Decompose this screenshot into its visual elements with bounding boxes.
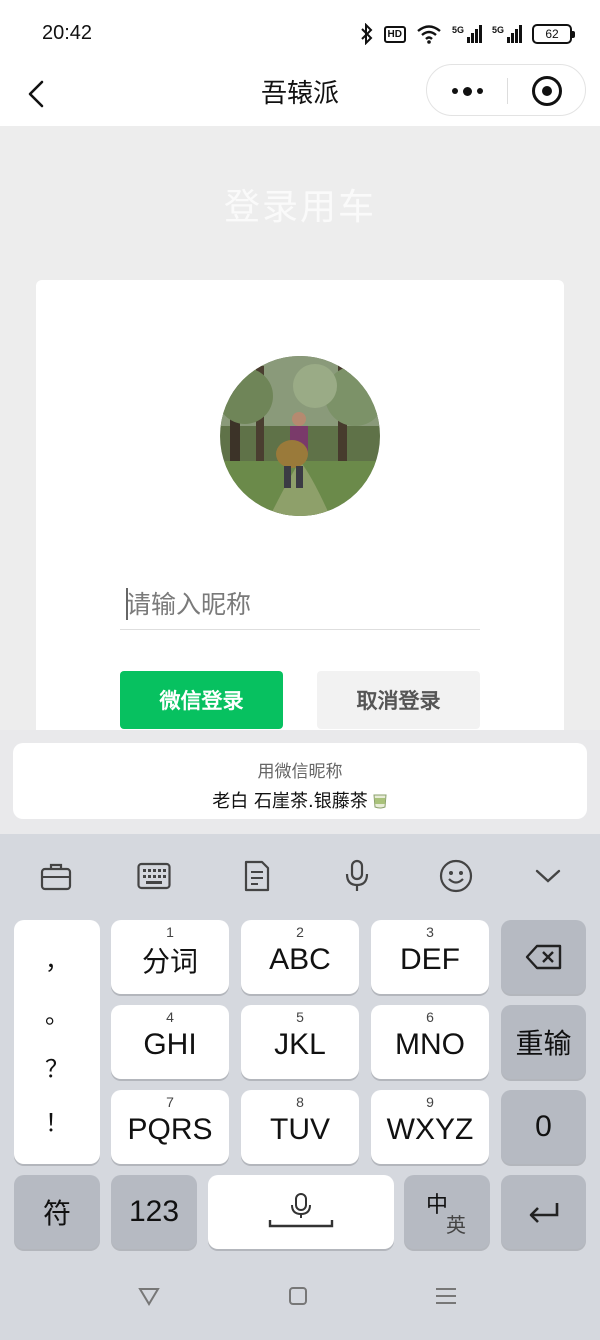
emoji-icon[interactable] [432, 854, 480, 898]
lang-en-label: 英 [446, 1213, 466, 1237]
lang-zh-label: 中 [426, 1193, 449, 1218]
cancel-login-button[interactable]: 取消登录 [317, 671, 480, 729]
key-wxyz[interactable]: 9 WXYZ [371, 1090, 489, 1164]
symbol-key[interactable]: 符 [14, 1175, 100, 1249]
enter-key[interactable] [501, 1175, 586, 1249]
wechat-login-button[interactable]: 微信登录 [120, 671, 283, 729]
language-switch-key[interactable]: 中 英 [404, 1175, 490, 1249]
toolbox-icon[interactable] [32, 854, 80, 898]
status-icons: HD 5G 5G 62 [360, 20, 575, 48]
avatar[interactable] [220, 356, 380, 516]
battery-level: 62 [545, 27, 559, 41]
punct-exclamation-key[interactable]: ！ [45, 1109, 69, 1137]
punct-period-key[interactable]: 。 [45, 1001, 69, 1029]
zero-key[interactable]: 0 [501, 1090, 586, 1164]
keyboard-toolbar [0, 834, 600, 916]
bluetooth-icon [360, 23, 374, 45]
key-pqrs[interactable]: 7 PQRS [111, 1090, 229, 1164]
system-navigation-bar [0, 1252, 600, 1340]
suggestion-title: 用微信昵称 [257, 762, 343, 782]
backspace-icon [525, 944, 561, 970]
key-tuv[interactable]: 8 TUV [241, 1090, 359, 1164]
collapse-keyboard-icon[interactable] [524, 854, 572, 898]
key-abc[interactable]: 2 ABC [241, 920, 359, 994]
suggestion-value: 老白 石崖茶.银藤茶 [212, 791, 368, 812]
punctuation-column[interactable]: ， 。 ？ ！ [14, 920, 100, 1164]
signal-sim2-icon: 5G [492, 25, 522, 43]
nickname-suggestion-bar: 用微信昵称 老白 石崖茶.银藤茶 [0, 730, 600, 834]
close-target-icon[interactable] [507, 65, 587, 117]
status-time: 20:42 [42, 22, 93, 44]
page-heading: 登录用车 [223, 187, 376, 228]
key-def[interactable]: 3 DEF [371, 920, 489, 994]
tea-cup-emoji-icon [372, 791, 388, 809]
clipboard-icon[interactable] [232, 854, 280, 898]
mini-program-nav-bar: 吾辕派 [0, 62, 600, 126]
more-dots-icon[interactable] [427, 65, 507, 117]
menu-lines-icon[interactable] [431, 1282, 461, 1310]
microphone-icon[interactable] [333, 854, 381, 898]
status-bar: 20:42 HD 5G 5G 62 [0, 0, 600, 62]
nickname-input[interactable] [120, 580, 480, 630]
numeric-key[interactable]: 123 [111, 1175, 197, 1249]
reinput-key[interactable]: 重输 [501, 1005, 586, 1079]
punct-question-key[interactable]: ？ [45, 1055, 69, 1083]
hd-badge: HD [383, 25, 406, 43]
space-key[interactable] [208, 1175, 394, 1249]
mini-program-capsule [426, 64, 586, 116]
text-cursor [126, 588, 128, 620]
punct-comma-key[interactable]: ， [45, 947, 69, 975]
back-triangle-icon[interactable] [134, 1282, 164, 1310]
space-voice-icon [268, 1193, 334, 1228]
login-card: 微信登录 取消登录 [36, 280, 564, 740]
suggestion-value-row: 老白 石崖茶.银藤茶 [13, 787, 587, 813]
enter-icon [529, 1203, 558, 1223]
key-mno[interactable]: 6 MNO [371, 1005, 489, 1079]
backspace-key[interactable] [501, 920, 586, 994]
key-ghi[interactable]: 4 GHI [111, 1005, 229, 1079]
key-jkl[interactable]: 5 JKL [241, 1005, 359, 1079]
key-fenci[interactable]: 1 分词 [111, 920, 229, 994]
signal-sim1-icon: 5G [452, 25, 482, 43]
keyboard-icon[interactable] [130, 854, 178, 898]
home-square-icon[interactable] [283, 1282, 313, 1310]
battery-icon: 62 [532, 24, 575, 44]
use-wechat-nickname-option[interactable]: 用微信昵称 老白 石崖茶.银藤茶 [13, 743, 587, 819]
wifi-icon [416, 24, 442, 44]
